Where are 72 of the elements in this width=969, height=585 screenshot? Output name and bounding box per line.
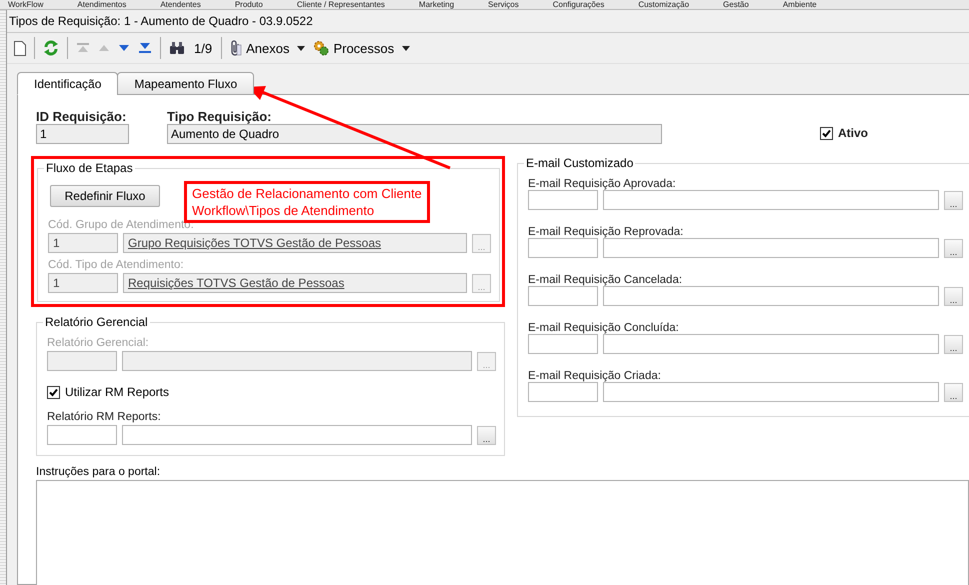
code-field[interactable] bbox=[47, 425, 117, 445]
menu-item[interactable]: Marketing bbox=[418, 0, 454, 9]
checkbox-label: Ativo bbox=[838, 126, 868, 140]
field-label: Tipo Requisição: bbox=[167, 109, 272, 124]
browse-button[interactable]: ... bbox=[944, 190, 963, 210]
tab[interactable]: Identificação bbox=[17, 72, 118, 95]
menu-item[interactable]: WorkFlow bbox=[8, 0, 44, 9]
move-first-icon bbox=[76, 42, 90, 54]
gears-icon bbox=[313, 40, 330, 56]
code-field[interactable] bbox=[528, 190, 598, 210]
tab[interactable]: Mapeamento Fluxo bbox=[117, 72, 254, 95]
code-field[interactable] bbox=[528, 382, 598, 402]
checkbox-label: Utilizar RM Reports bbox=[65, 385, 170, 399]
field-label: Instruções para o portal: bbox=[36, 466, 162, 478]
binoculars-icon bbox=[169, 41, 185, 55]
dropdown-caret-icon bbox=[402, 46, 410, 50]
browse-button[interactable]: ... bbox=[944, 334, 963, 354]
group-title: E-mail Customizado bbox=[525, 156, 634, 170]
field-label: Relatório Gerencial: bbox=[47, 337, 150, 349]
move-last-icon bbox=[138, 42, 152, 54]
description-field[interactable] bbox=[603, 334, 939, 354]
menu-item[interactable]: Serviços bbox=[488, 0, 519, 9]
down-triangle-icon bbox=[118, 44, 130, 52]
menu-item[interactable]: Atendentes bbox=[160, 0, 201, 9]
code-field[interactable] bbox=[528, 334, 598, 354]
menu-item[interactable]: Configurações bbox=[552, 0, 604, 9]
field-label: ID Requisição: bbox=[36, 109, 128, 124]
field-label: E-mail Requisição Criada: bbox=[528, 370, 662, 382]
browse-button[interactable]: ... bbox=[477, 426, 496, 444]
description-field[interactable] bbox=[603, 238, 939, 258]
paperclip-icon bbox=[230, 40, 242, 56]
menu-item[interactable]: Produto bbox=[234, 0, 263, 9]
field-label: Cód. Tipo de Atendimento: bbox=[48, 259, 185, 271]
description-field[interactable] bbox=[122, 351, 472, 371]
toolbar-button[interactable] bbox=[11, 38, 29, 58]
description-field[interactable] bbox=[603, 190, 939, 210]
menu-item[interactable]: Atendimentos bbox=[77, 0, 126, 9]
group-title: Fluxo de Etapas bbox=[45, 161, 134, 175]
field-label: Cód. Grupo de Atendimento: bbox=[48, 219, 195, 231]
menu-item[interactable]: Gestão bbox=[723, 0, 749, 9]
checkbox[interactable] bbox=[820, 126, 833, 140]
browse-button[interactable]: ... bbox=[944, 286, 963, 306]
toolbar-menu-button[interactable]: Processos bbox=[310, 38, 398, 58]
annotation-text: Gestão de Relacionamento com Cliente bbox=[192, 185, 422, 202]
checkbox[interactable] bbox=[47, 386, 60, 398]
menu-item[interactable]: Ambiente bbox=[782, 0, 817, 9]
dropdown-caret-icon bbox=[297, 46, 306, 50]
field-label: E-mail Requisição Reprovada: bbox=[528, 226, 684, 238]
browse-button[interactable]: ... bbox=[944, 238, 963, 258]
description-field[interactable] bbox=[603, 382, 939, 402]
browse-button[interactable]: ... bbox=[944, 382, 963, 402]
record-counter: 1/9 bbox=[194, 40, 212, 56]
field-label: E-mail Requisição Aprovada: bbox=[528, 178, 677, 190]
description-field[interactable] bbox=[122, 425, 472, 445]
redefine-flow-button[interactable]: Redefinir Fluxo bbox=[50, 185, 160, 207]
field-label: E-mail Requisição Cancelada: bbox=[528, 274, 684, 286]
menu-item[interactable]: Customização bbox=[638, 0, 690, 9]
id-field[interactable]: 1 bbox=[36, 124, 129, 144]
field-label: Relatório RM Reports: bbox=[47, 411, 162, 423]
up-triangle-icon bbox=[98, 44, 110, 52]
annotation-text: Workflow\Tipos de Atendimento bbox=[192, 202, 376, 219]
group-title: Relatório Gerencial bbox=[44, 315, 149, 329]
code-field[interactable] bbox=[47, 351, 117, 371]
refresh-icon bbox=[43, 40, 59, 56]
new-document-icon bbox=[14, 40, 26, 56]
code-field[interactable] bbox=[528, 286, 598, 306]
field-label: E-mail Requisição Concluída: bbox=[528, 322, 680, 334]
description-field[interactable] bbox=[603, 286, 939, 306]
menu-item[interactable]: Cliente / Representantes bbox=[296, 0, 385, 9]
toolbar-menu-button[interactable]: Anexos bbox=[227, 38, 292, 58]
type-field[interactable]: Aumento de Quadro bbox=[167, 124, 662, 144]
code-field[interactable] bbox=[528, 238, 598, 258]
